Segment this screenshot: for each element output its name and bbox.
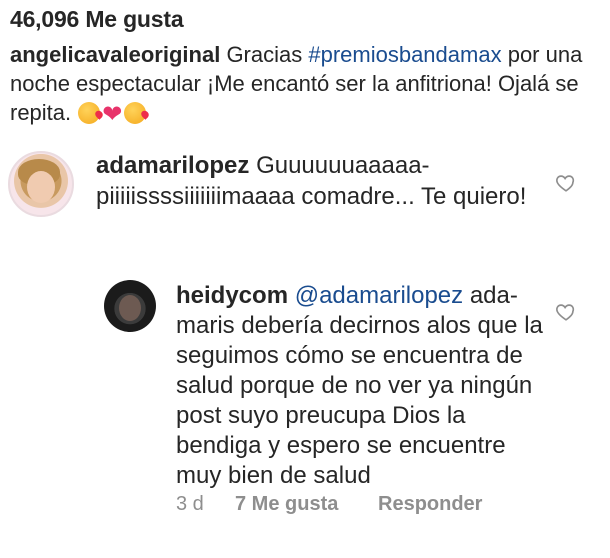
like-heart-icon[interactable] [555,301,577,323]
kissing-face-icon [78,102,101,124]
comment-text: ada-maris debería decirnos alos que la s… [176,282,543,489]
caption-text-before: Gracias [226,42,309,67]
like-heart-icon[interactable] [555,172,577,194]
comment-likes-link[interactable]: 7 Me gusta [235,493,338,516]
caption-hashtag[interactable]: #premiosbandamax [308,42,501,67]
comment-heidycom: heidycom @adamarilopez ada-maris debería… [176,281,546,491]
avatar-face [27,171,55,203]
post-caption: angelicavaleoriginal Gracias #premiosban… [10,40,600,127]
comment-adamarilopez: adamarilopez Guuuuuuaaaaa-piiiiissssiiii… [96,150,536,212]
caption-username[interactable]: angelicavaleoriginal [10,42,220,67]
red-heart-icon: ❤ [102,101,123,128]
post-likes[interactable]: 46,096 Me gusta [10,6,184,33]
comment-username[interactable]: heidycom [176,282,288,309]
comment-time: 3 d [176,493,204,515]
reply-button[interactable]: Responder [378,493,482,516]
comment-mention[interactable]: @adamarilopez [295,282,463,309]
comment-username[interactable]: adamarilopez [96,152,249,179]
kissing-face-icon [124,102,147,124]
comment-avatar-adamarilopez[interactable] [8,151,74,217]
avatar-face [119,295,141,321]
comment-avatar-heidycom[interactable] [104,280,156,332]
